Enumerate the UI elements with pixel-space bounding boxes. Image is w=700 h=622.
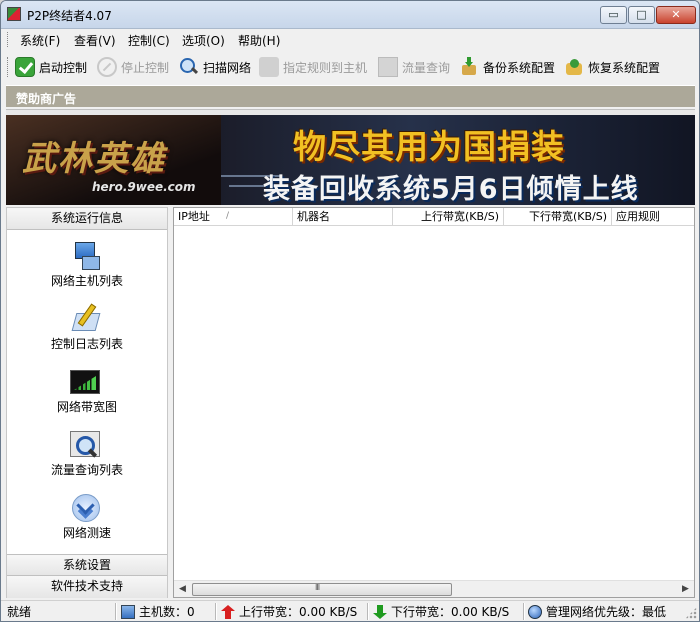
nav-item-label: 网络测速 <box>62 526 111 540</box>
app-icon <box>7 7 21 21</box>
traffic-query-icon <box>70 431 100 457</box>
status-download: 下行带宽：0.00 KB/S <box>373 602 509 621</box>
start-control-label: 启动控制 <box>39 60 88 75</box>
backup-icon <box>459 57 479 77</box>
nav-item-label: 控制日志列表 <box>50 337 123 351</box>
column-header-rule[interactable]: 应用规则 <box>612 208 694 226</box>
nav-item-speed-test[interactable]: 网络测速 <box>7 492 157 552</box>
download-arrow-icon <box>373 604 387 619</box>
speed-test-icon <box>70 492 100 522</box>
panel-header-system-info[interactable]: 系统运行信息 <box>7 208 167 230</box>
restore-config-label: 恢复系统配置 <box>588 60 661 75</box>
resize-grip-icon[interactable] <box>685 607 697 619</box>
status-priority: 管理网络优先级：最低 <box>528 602 666 621</box>
window-title: P2P终结者4.07 <box>27 9 112 23</box>
title-bar[interactable]: P2P终结者4.07 ▭ □ ✕ <box>1 1 699 29</box>
scroll-left-icon[interactable]: ◀ <box>176 583 189 596</box>
network-priority-icon <box>528 604 542 619</box>
panel-header-tech-support[interactable]: 软件技术支持 <box>7 576 167 598</box>
nav-list: 网络主机列表 控制日志列表 网络带宽图 流量查询列表 网络测速 ▼ <box>7 230 167 556</box>
query-icon <box>378 57 398 77</box>
panel-header-system-settings[interactable]: 系统设置 <box>7 554 167 576</box>
app-window: P2P终结者4.07 ▭ □ ✕ 系统(F) 查看(V) 控制(C) 选项(O)… <box>0 0 700 622</box>
host-table[interactable]: IP地址 / 机器名 上行带宽(KB/S) 下行带宽(KB/S) 应用规则 ◀ … <box>173 207 695 598</box>
scrollbar-thumb[interactable] <box>192 583 452 596</box>
column-header-ip[interactable]: IP地址 / <box>174 208 293 226</box>
banner-logo: 武林英雄 <box>22 139 166 179</box>
left-nav-panel: 系统运行信息 网络主机列表 控制日志列表 网络带宽图 流量查询列表 网络测速 系… <box>6 207 168 598</box>
scan-network-button[interactable]: 扫描网络 <box>179 55 251 79</box>
traffic-query-button[interactable]: 流量查询 <box>378 55 450 79</box>
nav-item-label: 网络主机列表 <box>50 274 123 288</box>
column-header-label: IP地址 <box>178 210 210 223</box>
restore-icon <box>564 57 584 77</box>
menu-help[interactable]: 帮助(H) <box>238 32 280 49</box>
log-icon <box>70 303 100 333</box>
menu-view[interactable]: 查看(V) <box>74 32 116 49</box>
backup-config-button[interactable]: 备份系统配置 <box>459 55 555 79</box>
banner-url: hero.9wee.com <box>92 180 196 194</box>
ad-banner[interactable]: 武林英雄 hero.9wee.com 物尽其用为国捐装 装备回收系统5月6日倾情… <box>6 115 695 205</box>
stop-control-button[interactable]: 停止控制 <box>97 55 169 79</box>
nav-item-host-list[interactable]: 网络主机列表 <box>7 240 157 300</box>
nav-item-label: 网络带宽图 <box>56 400 117 414</box>
menu-system[interactable]: 系统(F) <box>20 32 60 49</box>
upload-label: 上行带宽：0.00 KB/S <box>239 604 358 619</box>
download-label: 下行带宽：0.00 KB/S <box>391 604 510 619</box>
status-separator <box>215 603 216 620</box>
column-header-hostname[interactable]: 机器名 <box>293 208 393 226</box>
bandwidth-chart-icon <box>70 370 100 394</box>
priority-label: 管理网络优先级：最低 <box>546 604 667 619</box>
toolbar-grip[interactable] <box>7 57 10 77</box>
rule-icon <box>259 57 279 77</box>
maximize-button[interactable]: □ <box>628 6 655 24</box>
host-count-label: 主机数：0 <box>139 604 195 619</box>
status-bar: 就绪 主机数：0 上行带宽：0.00 KB/S 下行带宽：0.00 KB/S 管… <box>1 600 699 621</box>
sponsor-bar: 赞助商广告 <box>6 85 695 107</box>
menubar-grip[interactable] <box>7 32 10 47</box>
menu-bar: 系统(F) 查看(V) 控制(C) 选项(O) 帮助(H) <box>1 29 699 50</box>
backup-config-label: 备份系统配置 <box>483 60 556 75</box>
menu-options[interactable]: 选项(O) <box>182 32 225 49</box>
host-icon <box>121 604 135 619</box>
assign-rule-label: 指定规则到主机 <box>283 60 368 75</box>
stop-icon <box>97 57 117 77</box>
restore-config-button[interactable]: 恢复系统配置 <box>564 55 660 79</box>
menu-control[interactable]: 控制(C) <box>128 32 170 49</box>
hosts-icon <box>70 240 100 270</box>
assign-rule-button[interactable]: 指定规则到主机 <box>259 55 367 79</box>
banner-logo-area: 武林英雄 hero.9wee.com <box>6 115 221 205</box>
minimize-button[interactable]: ▭ <box>600 6 627 24</box>
nav-item-traffic-query[interactable]: 流量查询列表 <box>7 429 157 489</box>
close-button[interactable]: ✕ <box>656 6 696 24</box>
horizontal-scrollbar[interactable]: ◀ ▶ <box>174 580 694 597</box>
toolbar: 启动控制 停止控制 扫描网络 指定规则到主机 流量查询 备份系统配置 恢复系统配… <box>1 51 699 83</box>
stop-control-label: 停止控制 <box>121 60 170 75</box>
status-separator <box>115 603 116 620</box>
column-header-download[interactable]: 下行带宽(KB/S) <box>504 208 612 226</box>
status-separator <box>523 603 524 620</box>
status-separator <box>367 603 368 620</box>
status-label: 就绪 <box>7 604 32 619</box>
status-host-count: 主机数：0 <box>121 602 195 621</box>
scan-network-label: 扫描网络 <box>203 60 252 75</box>
start-control-button[interactable]: 启动控制 <box>15 55 87 79</box>
scroll-right-icon[interactable]: ▶ <box>679 583 692 596</box>
status-upload: 上行带宽：0.00 KB/S <box>221 602 357 621</box>
sort-indicator-icon: / <box>226 211 230 221</box>
check-icon <box>15 57 35 77</box>
banner-subline: 装备回收系统5月6日倾情上线 <box>263 174 639 205</box>
nav-item-control-log[interactable]: 控制日志列表 <box>7 303 157 363</box>
nav-item-label: 流量查询列表 <box>50 463 123 477</box>
banner-text-area: 物尽其用为国捐装 装备回收系统5月6日倾情上线 <box>221 115 695 205</box>
nav-item-bandwidth-chart[interactable]: 网络带宽图 <box>7 366 157 426</box>
magnifier-icon <box>179 57 199 77</box>
traffic-query-label: 流量查询 <box>402 60 451 75</box>
banner-headline: 物尽其用为国捐装 <box>293 127 565 166</box>
table-header: IP地址 / 机器名 上行带宽(KB/S) 下行带宽(KB/S) 应用规则 <box>174 208 694 226</box>
upload-arrow-icon <box>221 604 235 619</box>
status-text: 就绪 <box>7 602 31 621</box>
sponsor-label: 赞助商广告 <box>16 92 77 106</box>
column-header-upload[interactable]: 上行带宽(KB/S) <box>393 208 504 226</box>
